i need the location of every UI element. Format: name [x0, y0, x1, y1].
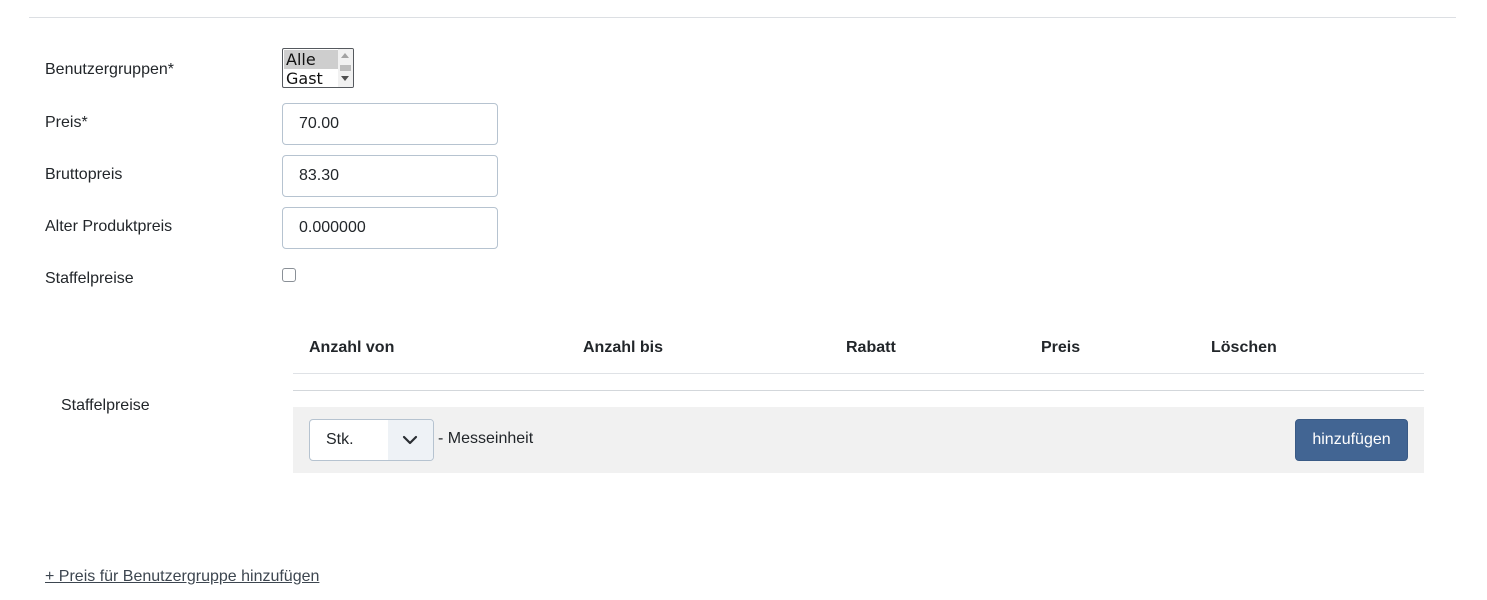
unit-select[interactable]: Stk.	[309, 419, 434, 461]
unit-suffix-label: - Messeinheit	[438, 430, 534, 447]
table-header-divider	[293, 373, 1424, 374]
scroll-down-arrow-icon[interactable]	[341, 76, 349, 81]
listbox-scrollbar[interactable]	[338, 49, 353, 87]
price-input[interactable]	[282, 103, 498, 145]
user-group-option-guest[interactable]: Gast	[284, 69, 340, 87]
table-body-divider	[293, 390, 1424, 391]
gross-price-input[interactable]	[282, 155, 498, 197]
unit-select-value: Stk.	[326, 431, 354, 448]
tier-prices-section-label: Staffelpreise	[61, 397, 150, 414]
column-header-price: Preis	[1041, 339, 1081, 356]
user-groups-label: Benutzergruppen*	[45, 61, 174, 78]
scroll-up-arrow-icon[interactable]	[341, 53, 349, 58]
scroll-thumb[interactable]	[340, 65, 351, 71]
user-groups-select[interactable]: Alle Gast	[282, 48, 354, 88]
column-header-quantity-to: Anzahl bis	[583, 339, 664, 356]
chevron-down-icon	[402, 435, 418, 445]
column-header-quantity-from: Anzahl von	[309, 339, 395, 356]
unit-select-toggle[interactable]	[388, 420, 433, 460]
old-price-label: Alter Produktpreis	[45, 218, 173, 235]
top-divider	[29, 17, 1456, 18]
column-header-delete: Löschen	[1211, 339, 1277, 356]
tier-prices-toggle-label: Staffelpreise	[45, 270, 134, 287]
tier-prices-checkbox[interactable]	[282, 268, 296, 282]
price-label: Preis*	[45, 114, 88, 131]
add-tier-button[interactable]: hinzufügen	[1295, 419, 1408, 461]
old-price-input[interactable]	[282, 207, 498, 249]
column-header-discount: Rabatt	[846, 339, 896, 356]
gross-price-label: Bruttopreis	[45, 166, 123, 183]
add-user-group-price-link[interactable]: + Preis für Benutzergruppe hinzufügen	[45, 568, 319, 586]
user-group-option-all[interactable]: Alle	[284, 50, 340, 69]
